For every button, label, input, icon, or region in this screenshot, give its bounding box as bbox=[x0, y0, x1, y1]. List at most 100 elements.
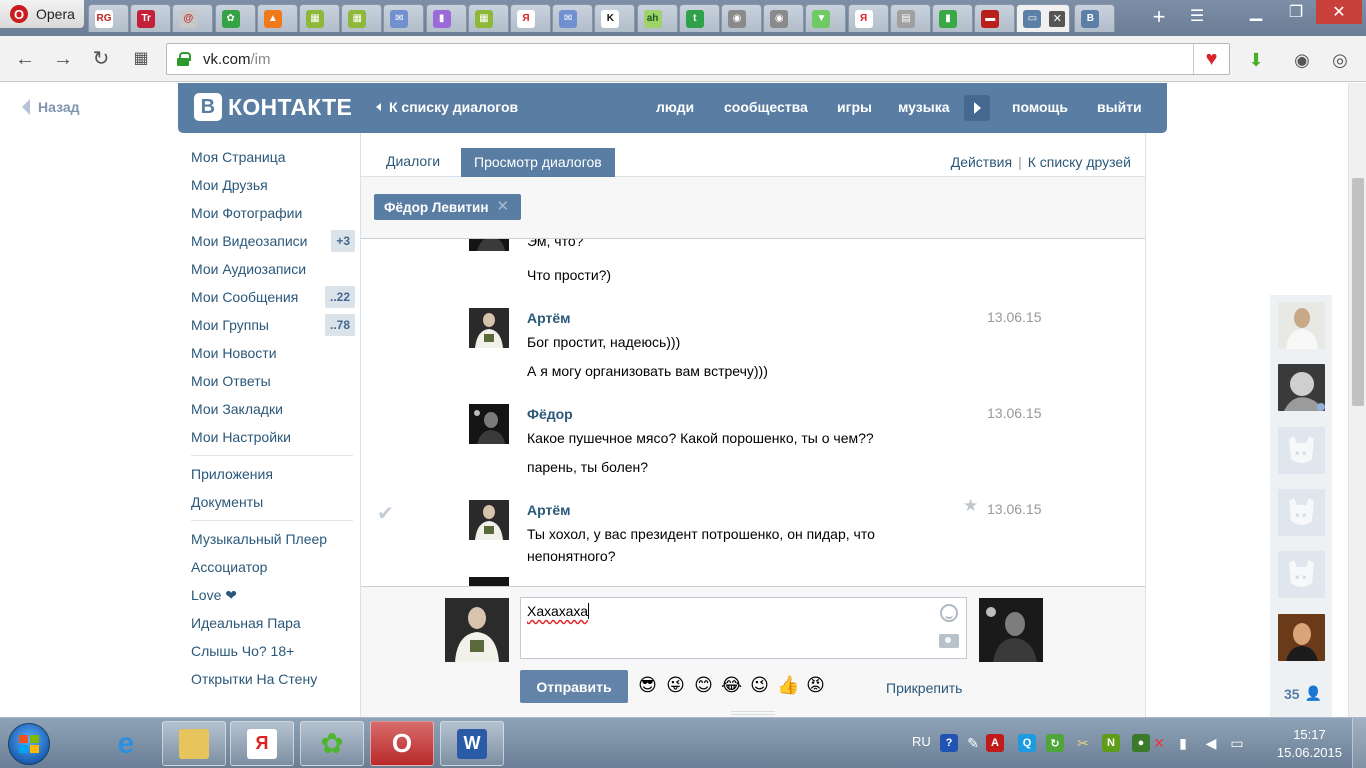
message-history[interactable]: Эм, что? Что прости?) Артём 13.06.15 Бог про… bbox=[361, 239, 1145, 586]
nav-games[interactable]: игры bbox=[837, 99, 872, 115]
browser-tab[interactable]: ▮ bbox=[425, 4, 467, 32]
forward-arrow-icon[interactable]: → bbox=[52, 48, 74, 70]
message-date[interactable]: 13.06.15 bbox=[987, 405, 1042, 421]
sidebar-extra-link[interactable]: Музыкальный Плеер bbox=[191, 525, 355, 553]
opera-menu-button[interactable]: O Opera bbox=[0, 0, 84, 28]
browser-tab[interactable]: B bbox=[1074, 4, 1116, 32]
browser-tab[interactable]: @ bbox=[172, 4, 214, 32]
online-count[interactable]: 35 👤 bbox=[1284, 685, 1322, 702]
reload-icon[interactable]: ↻ bbox=[90, 48, 112, 70]
emoji-button[interactable]: 😜 bbox=[665, 675, 686, 696]
deleted-user-avatar[interactable]: × × bbox=[1278, 427, 1325, 474]
sync-icon[interactable]: ↻ bbox=[1046, 734, 1064, 752]
nav-communities[interactable]: сообщества bbox=[724, 99, 808, 115]
message-date[interactable]: 13.06.15 bbox=[987, 501, 1042, 517]
browser-tab[interactable]: ▬ bbox=[974, 4, 1016, 32]
star-icon[interactable]: ★ bbox=[963, 496, 978, 516]
message-date[interactable]: 13.06.15 bbox=[987, 309, 1042, 325]
friend-avatar[interactable] bbox=[1278, 364, 1325, 411]
browser-tab-active[interactable]: ▭ ✕ bbox=[1016, 4, 1071, 32]
browser-tab[interactable]: RG bbox=[88, 4, 129, 32]
sidebar-item[interactable]: Мои Аудиозаписи bbox=[191, 255, 355, 283]
show-desktop-button[interactable] bbox=[1352, 718, 1366, 768]
taskbar-explorer[interactable] bbox=[162, 721, 226, 766]
taskbar-icq[interactable]: ✿ bbox=[300, 721, 364, 766]
heart-icon[interactable]: ♥ bbox=[1193, 44, 1229, 74]
language-indicator[interactable]: RU bbox=[912, 734, 931, 749]
browser-tab[interactable]: ▦ bbox=[341, 4, 383, 32]
q-app-icon[interactable]: Q bbox=[1018, 734, 1036, 752]
scrollbar-thumb[interactable] bbox=[1352, 178, 1364, 406]
sidebar-extra-link[interactable]: Ассоциатор bbox=[191, 553, 355, 581]
peer-avatar[interactable] bbox=[979, 598, 1043, 662]
browser-tab[interactable]: Я bbox=[510, 4, 551, 32]
taskbar-yandex[interactable]: Я bbox=[230, 721, 294, 766]
close-tab-icon[interactable]: ✕ bbox=[1049, 10, 1066, 27]
sidebar-badge[interactable]: ..78 bbox=[324, 314, 355, 336]
message-author-avatar[interactable] bbox=[469, 239, 509, 251]
browser-tab[interactable]: K bbox=[594, 4, 636, 32]
emoji-button[interactable]: 😡 bbox=[805, 675, 826, 696]
sidebar-item[interactable]: Мои Ответы bbox=[191, 367, 355, 395]
deleted-user-avatar[interactable]: × × bbox=[1278, 489, 1325, 536]
url-field[interactable]: vk.com/im ♥ bbox=[166, 43, 1230, 75]
message-author-avatar[interactable] bbox=[469, 404, 509, 444]
back-to-dialogs-link[interactable]: К списку диалогов bbox=[376, 99, 518, 115]
nav-music[interactable]: музыка bbox=[898, 99, 949, 115]
tools-icon[interactable]: ✂ bbox=[1074, 734, 1092, 752]
sidebar-item[interactable]: Мои Настройки bbox=[191, 423, 355, 451]
sidebar-app-link[interactable]: Приложения bbox=[191, 460, 355, 488]
sidebar-item[interactable]: Мои Закладки bbox=[191, 395, 355, 423]
emoji-button[interactable]: 😉 bbox=[749, 675, 770, 696]
camera-icon[interactable] bbox=[939, 634, 959, 648]
clock[interactable]: 15:17 15.06.2015 bbox=[1277, 726, 1342, 762]
sidebar-item[interactable]: Мои Группы ..78 bbox=[191, 311, 355, 339]
vk-logo[interactable]: В КОНТАКТЕ bbox=[194, 93, 352, 121]
browser-tab[interactable]: ▤ bbox=[889, 4, 931, 32]
emoji-button[interactable]: 😎 bbox=[637, 675, 658, 696]
tab-menu-icon[interactable]: ☰ bbox=[1186, 6, 1208, 28]
browser-tab[interactable]: ▼ bbox=[805, 4, 847, 32]
tab-dialogs[interactable]: Диалоги bbox=[386, 153, 440, 169]
back-link[interactable]: Назад bbox=[22, 99, 80, 115]
browser-tab[interactable]: ◉ bbox=[721, 4, 762, 32]
sidebar-item[interactable]: Мои Новости bbox=[191, 339, 355, 367]
emoji-button[interactable]: 😊 bbox=[693, 675, 714, 696]
browser-tab[interactable]: ▮ bbox=[932, 4, 973, 32]
sidebar-extra-link[interactable]: Слышь Чо? 18+ bbox=[191, 637, 355, 665]
nav-people[interactable]: люди bbox=[656, 99, 694, 115]
send-button[interactable]: Отправить bbox=[520, 670, 628, 703]
browser-tab[interactable]: ✉ bbox=[383, 4, 425, 32]
message-author-avatar[interactable] bbox=[469, 577, 509, 586]
emoji-button[interactable]: 👍 bbox=[777, 675, 799, 696]
nav-help[interactable]: помощь bbox=[1012, 99, 1068, 115]
sidebar-app-link[interactable]: Документы bbox=[191, 488, 355, 516]
new-tab-button[interactable]: + bbox=[1148, 6, 1170, 28]
browser-tab[interactable]: ▲ bbox=[256, 4, 298, 32]
browser-tab[interactable]: ✉ bbox=[552, 4, 594, 32]
sidebar-extra-link[interactable]: Идеальная Пара bbox=[191, 609, 355, 637]
message-author-name[interactable]: Артём bbox=[527, 310, 570, 326]
browser-tab[interactable]: ◉ bbox=[763, 4, 805, 32]
actions-link[interactable]: Действия bbox=[951, 154, 1012, 170]
network-error-icon[interactable]: ✕ bbox=[1150, 734, 1168, 752]
message-input[interactable]: Хахахаха bbox=[520, 597, 967, 659]
page-scrollbar[interactable] bbox=[1348, 83, 1366, 717]
taskbar-opera[interactable]: O bbox=[370, 721, 434, 766]
browser-tab[interactable]: t bbox=[678, 4, 720, 32]
sidebar-item[interactable]: Мои Друзья bbox=[191, 171, 355, 199]
sidebar-badge[interactable]: +3 bbox=[331, 230, 355, 252]
start-button[interactable] bbox=[8, 723, 50, 765]
deleted-user-avatar[interactable]: × × bbox=[1278, 551, 1325, 598]
help-icon[interactable]: ? bbox=[940, 734, 958, 752]
friend-avatar[interactable] bbox=[1278, 302, 1325, 349]
friends-list-link[interactable]: К списку друзей bbox=[1028, 154, 1131, 170]
message-author-avatar[interactable] bbox=[469, 500, 509, 540]
friend-avatar[interactable] bbox=[1278, 614, 1325, 661]
sidebar-item[interactable]: Мои Сообщения ..22 bbox=[191, 283, 355, 311]
sidebar-item[interactable]: Мои Фотографии bbox=[191, 199, 355, 227]
browser-tab[interactable]: Я bbox=[847, 4, 889, 32]
browser-tab[interactable]: ah bbox=[636, 4, 678, 32]
browser-tab[interactable]: ▦ bbox=[467, 4, 509, 32]
attach-link[interactable]: Прикрепить bbox=[886, 680, 962, 696]
